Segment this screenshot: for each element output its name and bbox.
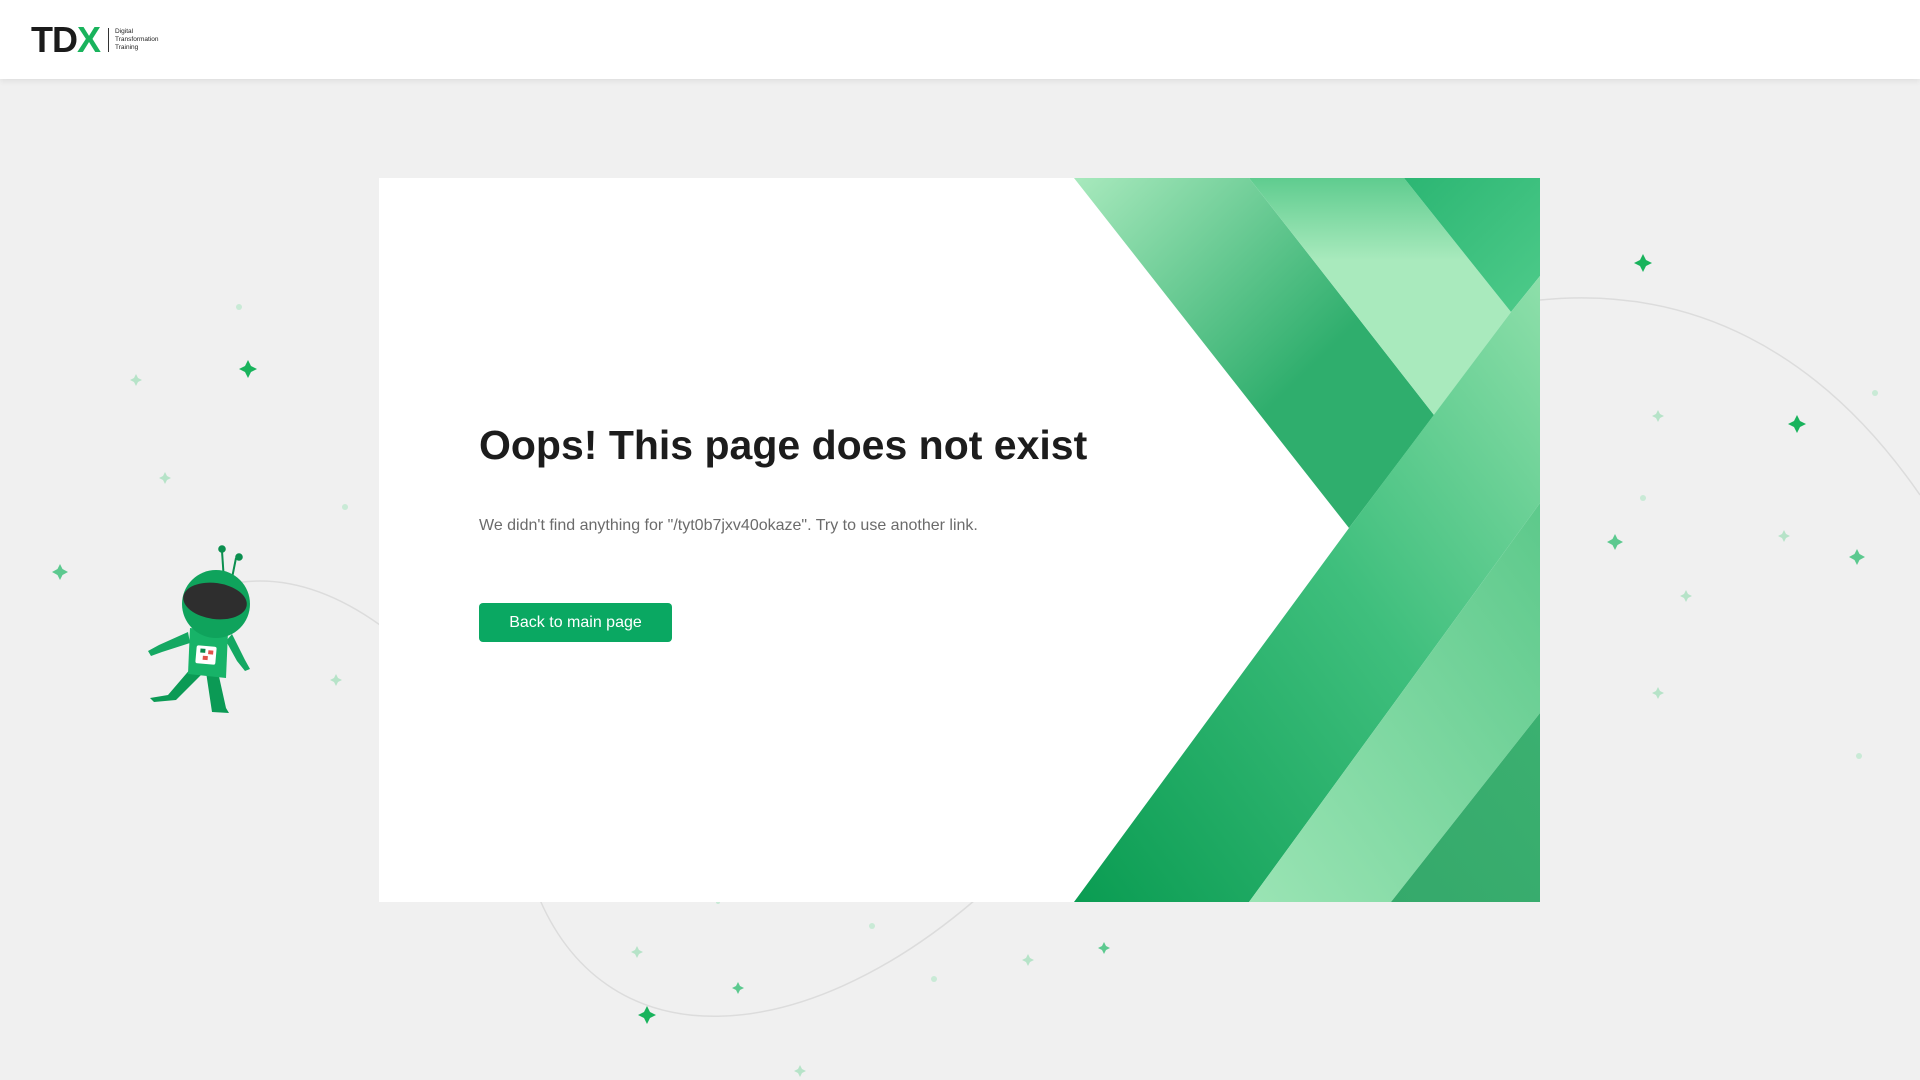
sparkle-icon — [1652, 687, 1664, 699]
logo-letter-t: T — [31, 19, 53, 60]
astronaut-chest-light — [202, 655, 208, 661]
star-dot — [869, 923, 875, 929]
sparkle-icon — [130, 374, 142, 386]
sparkle-icon — [1022, 954, 1034, 966]
error-card: Oops! This page does not exist We didn't… — [379, 178, 1540, 902]
astronaut-chest-panel — [195, 645, 217, 665]
tdx-logo[interactable]: T D X Digital Transformation Training — [31, 22, 158, 58]
sparkle-icon — [239, 360, 257, 378]
sparkle-icon — [732, 982, 744, 994]
star-dot — [1640, 495, 1646, 501]
logo-tagline-line: Digital — [115, 28, 134, 35]
astronaut-chest-light — [208, 650, 214, 655]
sparkle-icon — [1680, 590, 1692, 602]
sparkle-icon — [1634, 254, 1652, 272]
star-dot — [1872, 390, 1878, 396]
sparkle-icon — [1098, 942, 1110, 954]
sparkle-icon — [1607, 534, 1623, 550]
chevron-graphic — [1074, 178, 1540, 902]
logo-divider — [108, 28, 110, 52]
back-to-main-page-button[interactable]: Back to main page — [479, 603, 672, 642]
star-dot — [931, 976, 937, 982]
logo-tagline-line: Transformation — [115, 36, 159, 43]
logo-mark: T D X — [31, 19, 101, 60]
error-message: We didn't find anything for "/tyt0b7jxv4… — [479, 517, 978, 534]
sparkle-icon — [330, 674, 342, 686]
astronaut-arm-left — [148, 632, 190, 656]
sparkle-icon — [1788, 415, 1806, 433]
logo-tagline: Digital Transformation Training — [115, 28, 158, 52]
sparkle-icon — [1849, 549, 1865, 565]
sparkle-icon — [1778, 530, 1790, 542]
star-dot — [1856, 753, 1862, 759]
star-dot — [342, 504, 348, 510]
sparkle-icon — [1652, 410, 1664, 422]
star-dot — [236, 304, 242, 310]
page-title: Oops! This page does not exist — [479, 422, 1088, 468]
astronaut-leg-right — [206, 672, 229, 713]
sparkle-icon — [631, 946, 643, 958]
top-header: T D X Digital Transformation Training — [0, 0, 1920, 79]
sparkle-icon — [52, 564, 68, 580]
sparkle-icon — [794, 1065, 806, 1077]
sparkle-icon — [159, 472, 171, 484]
astronaut-arm-right — [226, 634, 250, 671]
sparkle-icon — [638, 1006, 656, 1024]
astronaut-chest-light — [200, 648, 206, 653]
astronaut-illustration — [148, 545, 250, 713]
logo-letter-d: D — [52, 19, 78, 60]
logo-tagline-line: Training — [115, 44, 139, 51]
logo-letter-x: X — [77, 19, 101, 60]
